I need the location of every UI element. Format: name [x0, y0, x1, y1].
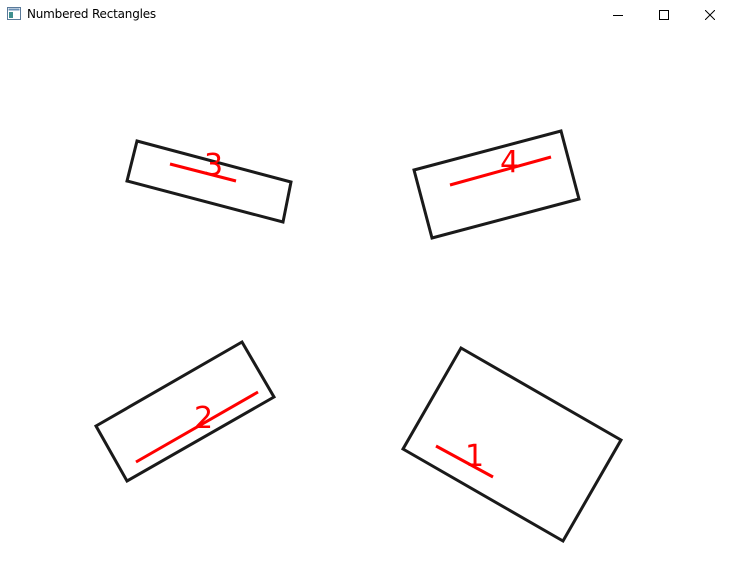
maximize-button[interactable]: [641, 0, 687, 29]
close-icon: [705, 9, 715, 20]
rectangle-2: 2: [93, 339, 277, 484]
rectangle-3-label: 3: [204, 148, 223, 183]
close-button[interactable]: [687, 0, 731, 29]
rectangle-2-label: 2: [194, 401, 213, 436]
minimize-icon: [613, 14, 623, 16]
window-title: Numbered Rectangles: [27, 7, 156, 21]
rectangle-4: 4: [412, 129, 581, 240]
rectangle-3-axis-line: [169, 162, 237, 183]
app-window-icon: [7, 7, 21, 20]
rectangle-1-label: 1: [465, 439, 484, 474]
rectangle-4-outline: [412, 129, 581, 240]
rectangle-2-outline: [93, 339, 277, 484]
app-window: Numbered Rectangles 3 4 2 1: [0, 0, 731, 587]
maximize-icon: [659, 9, 669, 20]
minimize-button[interactable]: [595, 0, 641, 29]
title-bar[interactable]: Numbered Rectangles: [0, 0, 731, 30]
rectangle-1: 1: [400, 345, 624, 544]
rectangle-1-outline: [400, 345, 624, 544]
drawing-canvas[interactable]: 3 4 2 1: [0, 30, 731, 587]
rectangle-4-label: 4: [500, 145, 519, 180]
rectangles-drawing: 3 4 2 1: [93, 129, 624, 544]
rectangle-3: 3: [125, 139, 293, 224]
